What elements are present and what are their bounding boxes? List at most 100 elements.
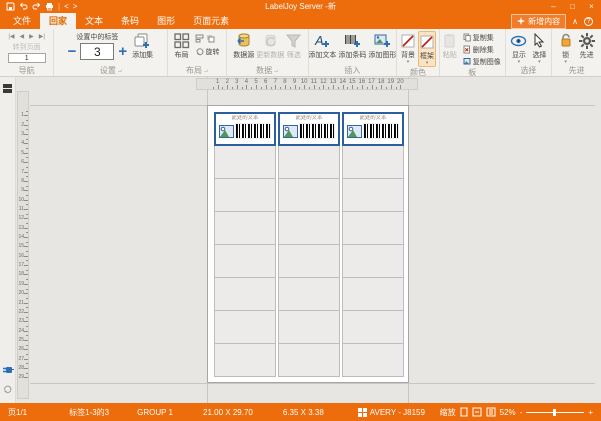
cursor-icon — [533, 32, 545, 49]
frame-color-button[interactable]: 框架 ▾ — [417, 31, 436, 67]
zoom-slider[interactable] — [526, 408, 585, 417]
label-cell-empty[interactable] — [342, 244, 404, 278]
increase-labels-button[interactable]: + — [118, 44, 127, 59]
data-dialog-launcher[interactable]: ⌐ — [274, 67, 278, 74]
label-cell-empty[interactable] — [278, 310, 340, 344]
view-fit-page-icon[interactable] — [472, 407, 482, 417]
label-cell-empty[interactable] — [214, 277, 276, 311]
copy-set-button[interactable]: 复制集 — [461, 32, 503, 43]
label-cell-empty[interactable] — [342, 178, 404, 212]
maximize-button[interactable]: □ — [563, 0, 582, 13]
background-color-button[interactable]: 背景 ▾ — [400, 31, 416, 65]
save-icon[interactable] — [6, 2, 15, 11]
label-cell-empty[interactable] — [278, 211, 340, 245]
tab-0[interactable]: 文件 — [4, 13, 40, 29]
refresh-data-button[interactable]: 更新数据 — [255, 31, 285, 61]
forward-button[interactable]: > — [73, 0, 78, 13]
layout-dialog-launcher[interactable]: ⌐ — [204, 67, 208, 74]
label-cell-empty[interactable] — [214, 343, 276, 377]
help-icon[interactable]: ? — [584, 16, 593, 26]
ruler-tick — [390, 85, 392, 89]
rotate-button[interactable]: 旋转 — [193, 46, 222, 57]
connector-plug-icon[interactable] — [2, 365, 14, 375]
prev-page-button[interactable]: ◀ — [20, 33, 25, 40]
refresh-view-icon[interactable] — [2, 383, 13, 394]
tab-3[interactable]: 条码 — [112, 13, 148, 29]
view-fit-width-icon[interactable] — [486, 407, 496, 417]
tab-4[interactable]: 图形 — [148, 13, 184, 29]
copy-image-button[interactable]: 复制图像 — [461, 56, 503, 67]
label-cell-selected[interactable]: 此处的文本 — [278, 112, 340, 146]
design-canvas[interactable]: 1 2 3 4 5 6 7 8 9 10 11 12 13 14 15 16 17 18 19 20 12345678… — [0, 77, 601, 403]
advanced-button[interactable]: 先进 — [578, 31, 596, 61]
label-cell-empty[interactable] — [278, 178, 340, 212]
label-cell-empty[interactable] — [342, 211, 404, 245]
label-cell-empty[interactable] — [342, 343, 404, 377]
label-cell-empty[interactable] — [278, 343, 340, 377]
print-icon[interactable] — [45, 2, 54, 11]
ruler-number: 3 — [21, 131, 24, 138]
zoom-slider-handle[interactable] — [553, 408, 557, 416]
status-template[interactable]: AVERY - J8159 — [357, 407, 425, 417]
label-text[interactable]: 此处的文本 — [221, 115, 270, 121]
close-button[interactable]: × — [582, 0, 601, 13]
last-page-button[interactable]: ▶| — [39, 33, 45, 40]
ruler-tick-minor — [26, 354, 28, 356]
add-image-button[interactable]: 添加图形 — [367, 31, 397, 61]
select-button[interactable]: 选择 ▾ — [531, 31, 547, 65]
label-text[interactable]: 此处的文本 — [285, 115, 334, 121]
label-text[interactable]: 此处的文本 — [349, 115, 398, 121]
labels-in-set-label: 设置中的标签 — [76, 34, 119, 41]
label-barcode[interactable] — [235, 123, 271, 139]
paste-button[interactable]: 粘贴 — [442, 31, 458, 61]
label-cell-empty[interactable] — [214, 310, 276, 344]
redo-icon[interactable] — [32, 2, 41, 11]
undo-icon[interactable] — [19, 2, 28, 11]
label-cell-empty[interactable] — [342, 310, 404, 344]
label-image[interactable] — [347, 124, 362, 138]
new-content-button[interactable]: 新增内容 — [511, 13, 567, 29]
decrease-labels-button[interactable]: − — [68, 44, 77, 59]
zoom-out-button[interactable]: - — [520, 408, 523, 417]
minimize-button[interactable]: – — [544, 0, 563, 13]
data-source-button[interactable]: 数据源 — [232, 31, 255, 61]
filter-button[interactable]: 筛选 — [285, 31, 302, 61]
label-cell-empty[interactable] — [342, 145, 404, 179]
view-normal-icon[interactable] — [460, 407, 468, 417]
label-cell-empty[interactable] — [278, 145, 340, 179]
label-cell-empty[interactable] — [278, 277, 340, 311]
tab-2[interactable]: 文本 — [76, 13, 112, 29]
label-image[interactable] — [283, 124, 298, 138]
label-image[interactable] — [219, 124, 234, 138]
label-cell-empty[interactable] — [342, 277, 404, 311]
page-number-input[interactable]: 1 — [7, 53, 46, 63]
label-cell-empty[interactable] — [214, 145, 276, 179]
add-text-button[interactable]: A 添加文本 — [307, 31, 337, 61]
tab-5[interactable]: 页面元素 — [184, 13, 238, 29]
label-cell-selected[interactable]: 此处的文本 — [342, 112, 404, 146]
next-page-button[interactable]: ▶ — [29, 33, 34, 40]
label-barcode[interactable] — [363, 123, 399, 139]
lock-button[interactable]: 锁 ▾ — [558, 31, 574, 65]
label-cell-empty[interactable] — [214, 178, 276, 212]
zoom-in-button[interactable]: + — [588, 408, 593, 417]
settings-dialog-launcher[interactable]: ⌐ — [118, 67, 122, 74]
label-barcode[interactable] — [299, 123, 335, 139]
collapse-ribbon-icon[interactable]: ∧ — [572, 17, 578, 26]
label-sheet-page[interactable]: 此处的文本 此处的文本 此处的文本 — [207, 105, 409, 383]
label-cell-selected[interactable]: 此处的文本 — [214, 112, 276, 146]
panel-toggle-icon[interactable] — [2, 83, 13, 94]
show-button[interactable]: 显示 ▾ — [509, 31, 528, 65]
back-button[interactable]: < — [64, 0, 69, 13]
delete-set-button[interactable]: 删除集 — [461, 44, 503, 55]
add-set-button[interactable]: 添加集 — [131, 31, 154, 61]
add-barcode-button[interactable]: 添加条码 — [337, 31, 367, 61]
first-page-button[interactable]: |◀ — [8, 33, 14, 40]
label-count-input[interactable]: 3 — [80, 43, 115, 60]
label-cell-empty[interactable] — [214, 211, 276, 245]
align-buttons[interactable] — [193, 33, 222, 44]
label-cell-empty[interactable] — [278, 244, 340, 278]
label-cell-empty[interactable] — [214, 244, 276, 278]
tab-1[interactable]: 回家 — [40, 13, 77, 29]
layout-button[interactable]: 布局 — [173, 31, 191, 61]
